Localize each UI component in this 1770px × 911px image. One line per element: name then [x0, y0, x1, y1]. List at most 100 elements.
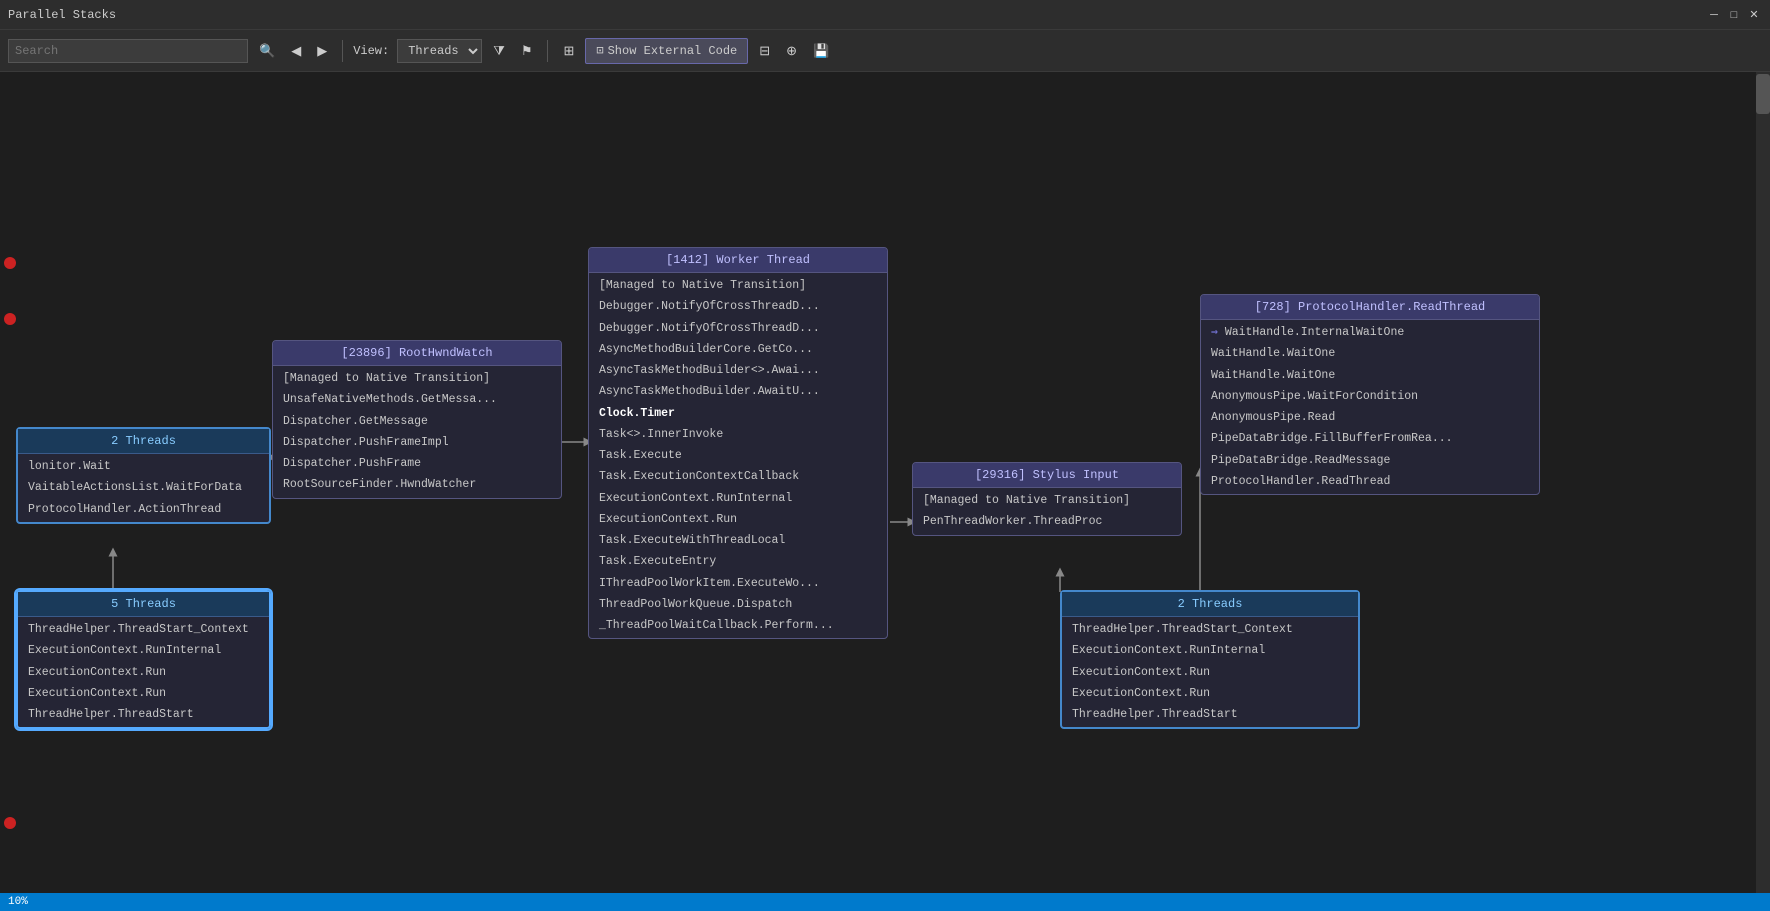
ft-row-4: ThreadHelper.ThreadStart: [18, 704, 269, 725]
wt-row-11: Task.ExecuteWithThreadLocal: [589, 530, 887, 551]
search-input[interactable]: [8, 39, 248, 63]
close-button[interactable]: ✕: [1746, 7, 1762, 23]
status-bar: 10%: [0, 893, 1770, 911]
ph-row-1: WaitHandle.WaitOne: [1201, 343, 1539, 364]
tb-row-4: ThreadHelper.ThreadStart: [1062, 704, 1358, 725]
red-dot-3: [4, 817, 16, 829]
protocol-handler-body: WaitHandle.InternalWaitOne WaitHandle.Wa…: [1201, 320, 1539, 494]
protocol-handler-header: [728] ProtocolHandler.ReadThread: [1201, 295, 1539, 320]
worker-thread-node[interactable]: [1412] Worker Thread [Managed to Native …: [588, 247, 888, 639]
five-threads-header: 5 Threads: [18, 592, 269, 617]
separator-1: [342, 40, 343, 62]
wt-row-6: Task<>.InnerInvoke: [589, 424, 887, 445]
wt-row-1: Debugger.NotifyOfCrossThreadD...: [589, 296, 887, 317]
wt-row-14: ThreadPoolWorkQueue.Dispatch: [589, 594, 887, 615]
two-threads-top-header: 2 Threads: [18, 429, 269, 454]
tt-row-1: VaitableActionsList.WaitForData: [18, 477, 269, 498]
zoom-level: 10%: [8, 896, 28, 908]
wt-row-10: ExecutionContext.Run: [589, 509, 887, 530]
root-hwnd-watch-header: [23896] RootHwndWatch: [273, 341, 561, 366]
search-button[interactable]: 🔍: [254, 40, 280, 62]
wt-row-12: Task.ExecuteEntry: [589, 551, 887, 572]
tb-row-2: ExecutionContext.Run: [1062, 662, 1358, 683]
worker-thread-header: [1412] Worker Thread: [589, 248, 887, 273]
ft-row-2: ExecutionContext.Run: [18, 662, 269, 683]
view-label: View:: [353, 44, 389, 58]
tb-row-3: ExecutionContext.Run: [1062, 683, 1358, 704]
filter-button[interactable]: ⧩: [488, 40, 510, 62]
ph-row-0: WaitHandle.InternalWaitOne: [1201, 322, 1539, 343]
wt-row-15: _ThreadPoolWaitCallback.Perform...: [589, 615, 887, 636]
title-bar: Parallel Stacks ─ □ ✕: [0, 0, 1770, 30]
si-row-1: PenThreadWorker.ThreadProc: [913, 511, 1181, 532]
wt-row-13: IThreadPoolWorkItem.ExecuteWo...: [589, 573, 887, 594]
two-threads-bottom-header: 2 Threads: [1062, 592, 1358, 617]
wt-row-4: AsyncTaskMethodBuilder<>.Awai...: [589, 360, 887, 381]
tb-row-0: ThreadHelper.ThreadStart_Context: [1062, 619, 1358, 640]
red-dot-1: [4, 257, 16, 269]
ph-row-4: AnonymousPipe.Read: [1201, 407, 1539, 428]
stylus-input-header: [29316] Stylus Input: [913, 463, 1181, 488]
show-external-label: Show External Code: [608, 44, 738, 58]
rw-row-0: [Managed to Native Transition]: [273, 368, 561, 389]
show-external-code-button[interactable]: ⊡ Show External Code: [585, 38, 748, 64]
flag-button[interactable]: ⚑: [516, 40, 538, 62]
tt-row-0: lonitor.Wait: [18, 456, 269, 477]
five-threads-body: ThreadHelper.ThreadStart_Context Executi…: [18, 617, 269, 727]
scrollbar-thumb[interactable]: [1756, 74, 1770, 114]
red-dot-2: [4, 313, 16, 325]
wt-row-0: [Managed to Native Transition]: [589, 275, 887, 296]
title-bar-controls[interactable]: ─ □ ✕: [1706, 7, 1762, 23]
title-bar-left: Parallel Stacks: [8, 8, 116, 22]
view-dropdown[interactable]: Threads Tasks: [397, 39, 482, 63]
stylus-input-node[interactable]: [29316] Stylus Input [Managed to Native …: [912, 462, 1182, 536]
scrollbar-right[interactable]: [1756, 72, 1770, 893]
ft-row-1: ExecutionContext.RunInternal: [18, 640, 269, 661]
two-threads-top-node[interactable]: 2 Threads lonitor.Wait VaitableActionsLi…: [16, 427, 271, 524]
ph-row-7: ProtocolHandler.ReadThread: [1201, 471, 1539, 492]
wt-row-3: AsyncMethodBuilderCore.GetCo...: [589, 339, 887, 360]
rw-row-5: RootSourceFinder.HwndWatcher: [273, 474, 561, 495]
layout-button[interactable]: ⊞: [558, 40, 579, 62]
two-threads-bottom-body: ThreadHelper.ThreadStart_Context Executi…: [1062, 617, 1358, 727]
two-threads-bottom-node[interactable]: 2 Threads ThreadHelper.ThreadStart_Conte…: [1060, 590, 1360, 729]
worker-thread-body: [Managed to Native Transition] Debugger.…: [589, 273, 887, 638]
rw-row-1: UnsafeNativeMethods.GetMessa...: [273, 389, 561, 410]
rw-row-2: Dispatcher.GetMessage: [273, 411, 561, 432]
two-threads-top-body: lonitor.Wait VaitableActionsList.WaitFor…: [18, 454, 269, 522]
tt-row-2: ProtocolHandler.ActionThread: [18, 499, 269, 520]
ft-row-0: ThreadHelper.ThreadStart_Context: [18, 619, 269, 640]
toolbar: 🔍 ◀ ▶ View: Threads Tasks ⧩ ⚑ ⊞ ⊡ Show E…: [0, 30, 1770, 72]
five-threads-node[interactable]: 5 Threads ThreadHelper.ThreadStart_Conte…: [16, 590, 271, 729]
rw-row-3: Dispatcher.PushFrameImpl: [273, 432, 561, 453]
protocol-handler-node[interactable]: [728] ProtocolHandler.ReadThread WaitHan…: [1200, 294, 1540, 495]
ft-row-3: ExecutionContext.Run: [18, 683, 269, 704]
stylus-input-body: [Managed to Native Transition] PenThread…: [913, 488, 1181, 535]
wt-row-clock: Clock.Timer: [589, 403, 887, 424]
separator-2: [547, 40, 548, 62]
diagram-button[interactable]: ⊟: [754, 40, 775, 62]
si-row-0: [Managed to Native Transition]: [913, 490, 1181, 511]
wt-row-7: Task.Execute: [589, 445, 887, 466]
zoom-button[interactable]: ⊕: [781, 40, 802, 62]
rw-row-4: Dispatcher.PushFrame: [273, 453, 561, 474]
save-button[interactable]: 💾: [808, 40, 834, 62]
root-hwnd-watch-node[interactable]: [23896] RootHwndWatch [Managed to Native…: [272, 340, 562, 499]
wt-row-2: Debugger.NotifyOfCrossThreadD...: [589, 318, 887, 339]
canvas-area: [1412] Worker Thread [Managed to Native …: [0, 72, 1770, 893]
ph-row-2: WaitHandle.WaitOne: [1201, 365, 1539, 386]
root-hwnd-watch-body: [Managed to Native Transition] UnsafeNat…: [273, 366, 561, 498]
ph-row-6: PipeDataBridge.ReadMessage: [1201, 450, 1539, 471]
app-title: Parallel Stacks: [8, 8, 116, 22]
back-button[interactable]: ◀: [286, 40, 306, 62]
wt-row-5: AsyncTaskMethodBuilder.AwaitU...: [589, 381, 887, 402]
wt-row-9: ExecutionContext.RunInternal: [589, 488, 887, 509]
forward-button[interactable]: ▶: [312, 40, 332, 62]
tb-row-1: ExecutionContext.RunInternal: [1062, 640, 1358, 661]
ph-row-5: PipeDataBridge.FillBufferFromRea...: [1201, 428, 1539, 449]
ph-row-3: AnonymousPipe.WaitForCondition: [1201, 386, 1539, 407]
maximize-button[interactable]: □: [1726, 7, 1742, 23]
minimize-button[interactable]: ─: [1706, 7, 1722, 23]
wt-row-8: Task.ExecutionContextCallback: [589, 466, 887, 487]
show-external-icon: ⊡: [596, 43, 603, 58]
